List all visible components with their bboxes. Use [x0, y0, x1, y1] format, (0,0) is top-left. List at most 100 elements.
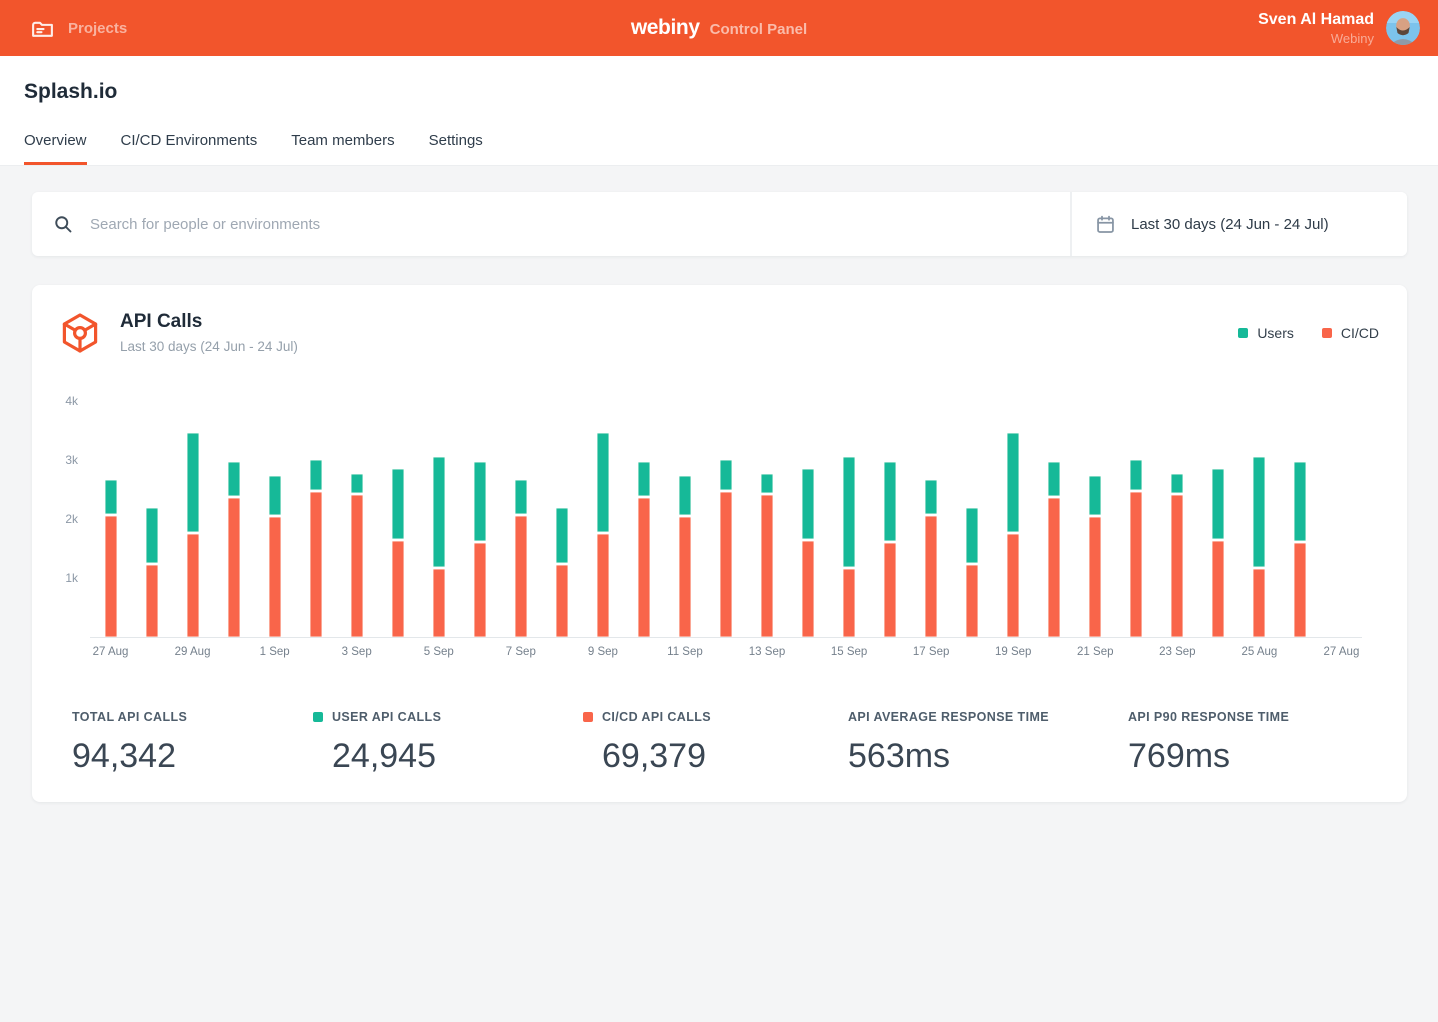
stacked-bar[interactable]	[843, 457, 855, 637]
users-segment[interactable]	[966, 508, 978, 563]
avatar[interactable]	[1386, 11, 1420, 45]
cicd-segment[interactable]	[392, 541, 404, 637]
cicd-segment[interactable]	[187, 534, 199, 637]
users-segment[interactable]	[925, 480, 937, 514]
users-segment[interactable]	[1294, 462, 1306, 541]
stacked-bar[interactable]	[1007, 433, 1019, 637]
cicd-segment[interactable]	[1212, 541, 1224, 637]
cicd-segment[interactable]	[925, 516, 937, 637]
users-segment[interactable]	[351, 474, 363, 493]
stacked-bar[interactable]	[1294, 462, 1306, 637]
users-segment[interactable]	[1048, 462, 1060, 496]
stacked-bar[interactable]	[761, 474, 773, 637]
cicd-segment[interactable]	[966, 565, 978, 637]
cicd-segment[interactable]	[1253, 569, 1265, 637]
cicd-segment[interactable]	[597, 534, 609, 637]
stacked-bar[interactable]	[1253, 457, 1265, 637]
stacked-bar[interactable]	[474, 462, 486, 637]
users-segment[interactable]	[1130, 460, 1142, 490]
cicd-segment[interactable]	[556, 565, 568, 637]
cicd-segment[interactable]	[761, 495, 773, 637]
cicd-segment[interactable]	[843, 569, 855, 637]
cicd-segment[interactable]	[720, 492, 732, 637]
tab-overview[interactable]: Overview	[24, 132, 87, 165]
users-segment[interactable]	[1171, 474, 1183, 493]
search-input[interactable]	[88, 215, 1049, 234]
users-segment[interactable]	[556, 508, 568, 563]
users-segment[interactable]	[228, 462, 240, 496]
projects-nav[interactable]: Projects	[16, 16, 127, 41]
users-segment[interactable]	[597, 433, 609, 532]
stacked-bar[interactable]	[433, 457, 445, 637]
users-segment[interactable]	[1007, 433, 1019, 532]
users-segment[interactable]	[884, 462, 896, 541]
legend-item-cicd[interactable]: CI/CD	[1322, 325, 1379, 341]
stacked-bar[interactable]	[351, 474, 363, 637]
stacked-bar[interactable]	[228, 462, 240, 637]
stacked-bar[interactable]	[679, 476, 691, 637]
cicd-segment[interactable]	[802, 541, 814, 637]
users-segment[interactable]	[105, 480, 117, 514]
cicd-segment[interactable]	[1007, 534, 1019, 637]
stacked-bar[interactable]	[638, 462, 650, 637]
users-segment[interactable]	[187, 433, 199, 532]
cicd-segment[interactable]	[1171, 495, 1183, 637]
stacked-bar[interactable]	[802, 469, 814, 637]
users-segment[interactable]	[679, 476, 691, 515]
user-menu[interactable]: Sven Al Hamad Webiny	[1258, 11, 1422, 46]
users-segment[interactable]	[638, 462, 650, 496]
stacked-bar[interactable]	[1089, 476, 1101, 637]
users-segment[interactable]	[1089, 476, 1101, 515]
users-segment[interactable]	[269, 476, 281, 515]
cicd-segment[interactable]	[146, 565, 158, 637]
stacked-bar[interactable]	[146, 508, 158, 637]
stacked-bar[interactable]	[1130, 460, 1142, 637]
tab-team-members[interactable]: Team members	[291, 132, 394, 165]
stacked-bar[interactable]	[392, 469, 404, 637]
stacked-bar[interactable]	[310, 460, 322, 637]
cicd-segment[interactable]	[310, 492, 322, 637]
stacked-bar[interactable]	[105, 480, 117, 637]
stacked-bar[interactable]	[187, 433, 199, 637]
cicd-segment[interactable]	[679, 517, 691, 637]
users-segment[interactable]	[1212, 469, 1224, 539]
users-segment[interactable]	[433, 457, 445, 567]
stacked-bar[interactable]	[556, 508, 568, 637]
cicd-segment[interactable]	[228, 498, 240, 637]
stacked-bar[interactable]	[720, 460, 732, 637]
stacked-bar[interactable]	[1212, 469, 1224, 637]
cicd-segment[interactable]	[1294, 543, 1306, 637]
date-range-button[interactable]: Last 30 days (24 Jun - 24 Jul)	[1070, 192, 1407, 256]
users-segment[interactable]	[392, 469, 404, 539]
cicd-segment[interactable]	[105, 516, 117, 637]
cicd-segment[interactable]	[474, 543, 486, 637]
stacked-bar[interactable]	[269, 476, 281, 637]
cicd-segment[interactable]	[638, 498, 650, 637]
stacked-bar[interactable]	[1048, 462, 1060, 637]
stacked-bar[interactable]	[925, 480, 937, 637]
legend-item-users[interactable]: Users	[1238, 325, 1294, 341]
tab-settings[interactable]: Settings	[429, 132, 483, 165]
stacked-bar[interactable]	[597, 433, 609, 637]
users-segment[interactable]	[802, 469, 814, 539]
tab-cicd-environments[interactable]: CI/CD Environments	[121, 132, 258, 165]
cicd-segment[interactable]	[351, 495, 363, 637]
users-segment[interactable]	[146, 508, 158, 563]
cicd-segment[interactable]	[433, 569, 445, 637]
stacked-bar[interactable]	[515, 480, 527, 637]
users-segment[interactable]	[310, 460, 322, 490]
users-segment[interactable]	[515, 480, 527, 514]
cicd-segment[interactable]	[515, 516, 527, 637]
users-segment[interactable]	[474, 462, 486, 541]
users-segment[interactable]	[761, 474, 773, 493]
cicd-segment[interactable]	[1048, 498, 1060, 637]
stacked-bar[interactable]	[884, 462, 896, 637]
cicd-segment[interactable]	[269, 517, 281, 637]
cicd-segment[interactable]	[1089, 517, 1101, 637]
cicd-segment[interactable]	[1130, 492, 1142, 637]
stacked-bar[interactable]	[1171, 474, 1183, 637]
users-segment[interactable]	[843, 457, 855, 567]
stacked-bar[interactable]	[966, 508, 978, 637]
users-segment[interactable]	[1253, 457, 1265, 567]
cicd-segment[interactable]	[884, 543, 896, 637]
